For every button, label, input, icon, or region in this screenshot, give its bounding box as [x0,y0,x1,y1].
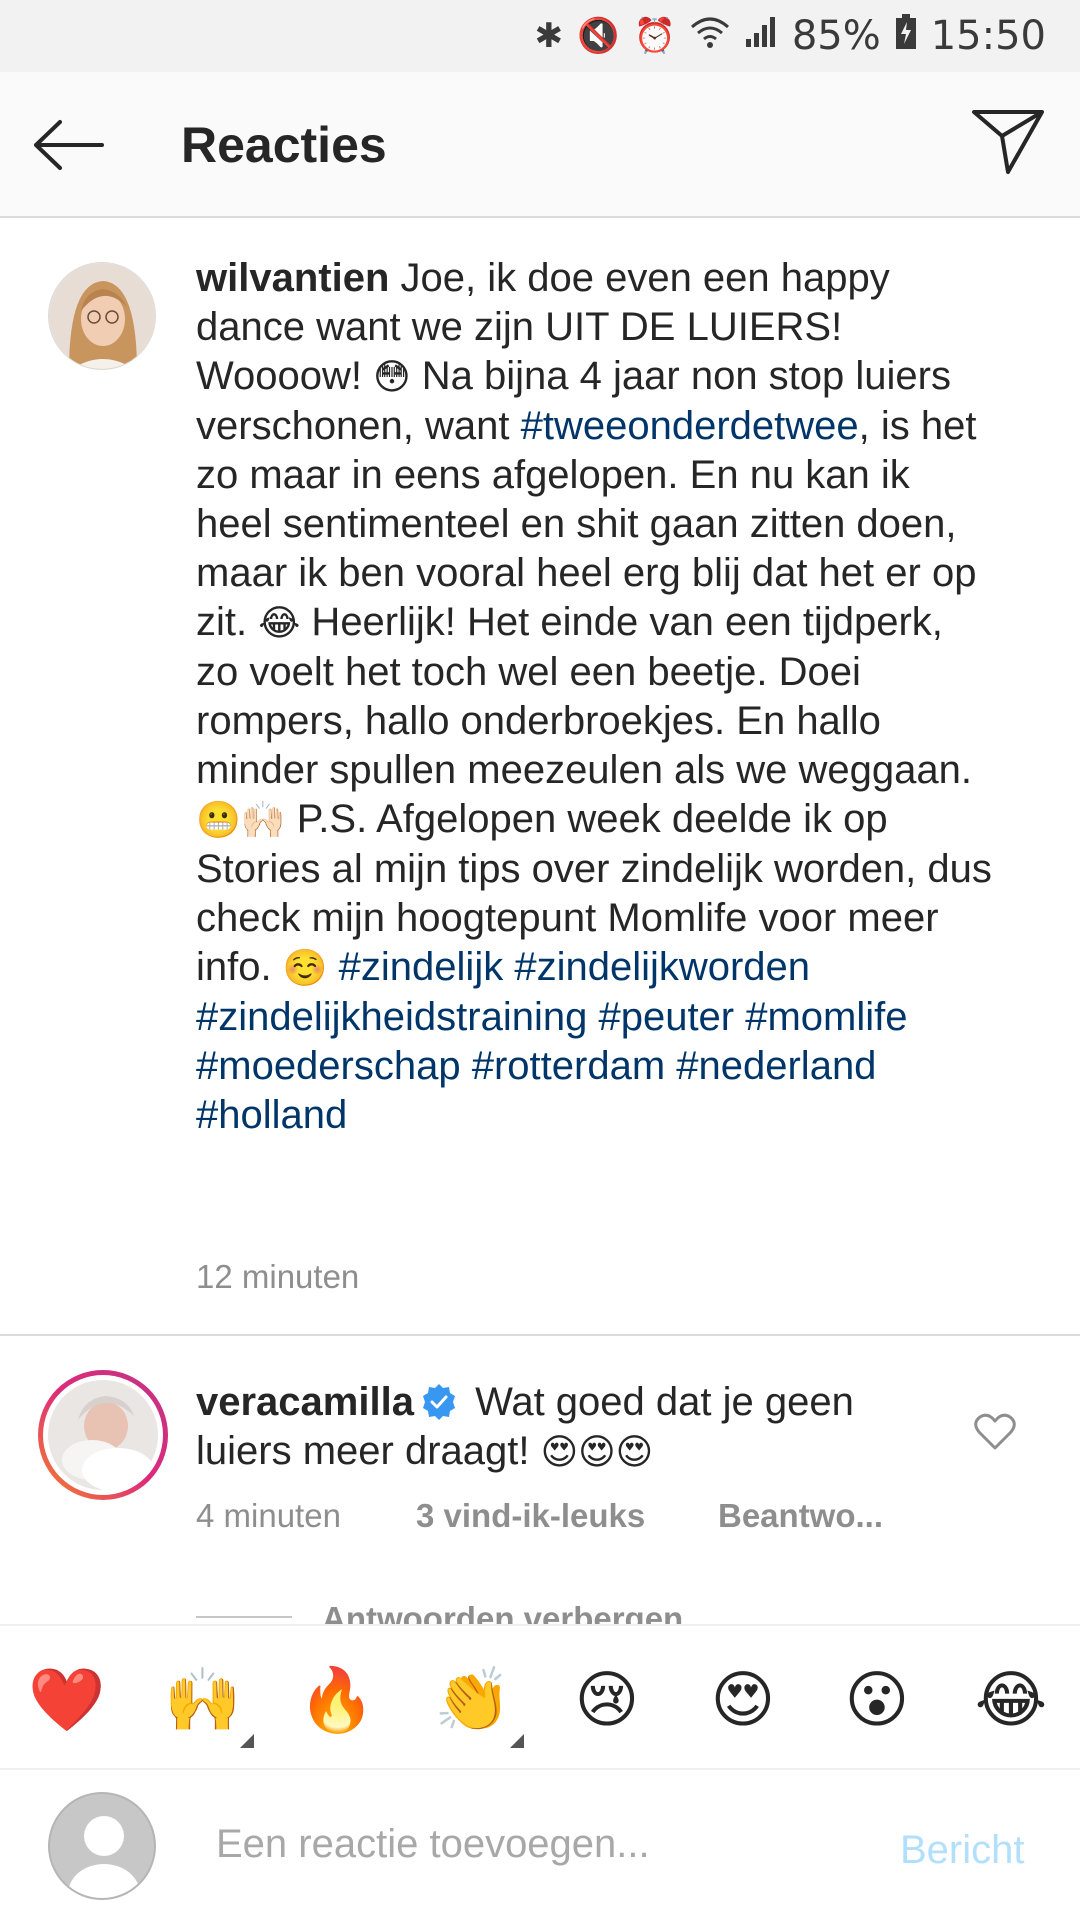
skin-tone-indicator-icon [240,1734,254,1748]
story-ring-avatar[interactable] [38,1370,168,1500]
signal-icon [744,15,778,58]
alarm-icon: ⏰ [633,16,676,56]
reply-likes-count[interactable]: 3 vind-ik-leuks [416,1497,645,1535]
red-heart-emoji-button[interactable]: ❤️ [22,1660,112,1740]
verified-badge-icon [420,1383,458,1421]
skin-tone-indicator-icon [510,1734,524,1748]
page-title: Reacties [181,117,387,173]
user-avatar [48,1792,156,1900]
heart-eyes-emoji: 😍😍😍 [540,1432,654,1473]
mute-icon: 🔇 [577,16,620,56]
top-header: Reacties [0,72,1080,218]
emoji-quick-bar: ❤️ 🙌 🔥 👏 😢 😍 😮 😂 [0,1624,1080,1770]
heart-eyes-emoji-button[interactable]: 😍 [698,1660,788,1740]
likes-label: 3 vind-ik-leuks [416,1497,646,1534]
divider [0,1334,1080,1336]
clock: 15:50 [930,13,1046,59]
flushed-emoji: 😳 [373,357,411,398]
tears-of-joy-emoji: 😂 [258,603,301,644]
grimace-hands-emoji: 😬🙌🏻 [196,800,286,841]
battery-percentage: 85% [791,13,881,59]
comment-input[interactable] [216,1814,856,1874]
smiling-emoji: ☺️ [282,948,328,989]
back-arrow-icon[interactable] [30,112,110,178]
caption-username[interactable]: wilvantien [196,256,389,300]
reply-button-label: Beantwo... [718,1497,884,1534]
reply-username[interactable]: veracamilla [196,1380,414,1424]
status-bar: ✱ 🔇 ⏰ 85% 15:50 [0,0,1080,72]
divider-line [196,1616,292,1618]
caption-timestamp: 12 minuten [196,1258,360,1295]
bluetooth-icon: ✱ [534,16,564,56]
battery-icon [895,13,917,59]
comment-composer: Bericht [0,1770,1080,1920]
reply-timestamp: 4 minuten [196,1497,341,1534]
clapping-hands-emoji-button[interactable]: 👏 [428,1660,518,1740]
send-icon[interactable] [970,106,1048,178]
raising-hands-emoji-button[interactable]: 🙌 [158,1660,248,1740]
fire-emoji-button[interactable]: 🔥 [292,1660,382,1740]
tears-of-joy-emoji-button[interactable]: 😂 [966,1660,1056,1740]
reply-comment: veracamilla Wat goed dat je geen luiers … [196,1378,956,1477]
wifi-icon [690,15,730,58]
avatar[interactable] [48,262,156,370]
caption-text: wilvantien Joe, ik doe even een happy da… [196,254,996,1140]
surprised-emoji-button[interactable]: 😮 [832,1660,922,1740]
reply-button[interactable]: Beantwo... [718,1497,883,1535]
crying-emoji-button[interactable]: 😢 [562,1660,652,1740]
post-button[interactable]: Bericht [900,1828,1025,1873]
like-heart-icon[interactable] [974,1412,1016,1452]
caption-text-part: Heerlijk! Het einde van een tijdperk, zo… [196,600,973,792]
hashtag-link[interactable]: #tweeonderdetwee [521,404,859,448]
